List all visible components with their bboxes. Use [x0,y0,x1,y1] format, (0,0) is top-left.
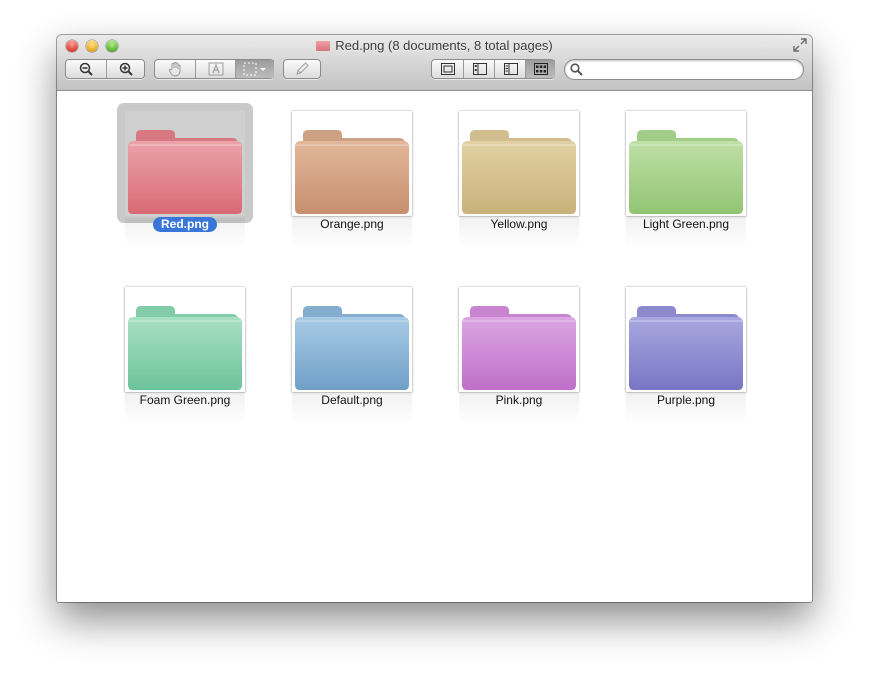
document-thumbnail[interactable]: Pink.png [449,279,589,439]
view-thumbnails[interactable] [463,60,495,78]
view-mode-controls [431,59,555,79]
view-table-of-contents[interactable] [494,60,526,78]
annotate-button[interactable] [283,59,321,79]
content-only-icon [440,63,455,75]
toc-sidebar-icon [503,63,518,75]
thumbnail-frame [459,111,579,216]
move-tool-button[interactable] [155,60,195,78]
view-contact-sheet[interactable] [525,60,555,78]
thumbnail-frame [626,287,746,392]
thumbnail-label: Yellow.png [490,217,548,231]
thumbnail-label: Foam Green.png [139,393,231,407]
thumbnail-label: Orange.png [320,217,384,231]
search-field[interactable] [564,59,804,80]
thumbnail-frame [626,111,746,216]
folder-icon [462,306,576,390]
pencil-icon [296,62,309,75]
folder-icon [128,306,242,390]
thumbnail-label-container: Default.png [282,393,422,408]
fullscreen-icon[interactable] [793,38,807,52]
thumbnail-label: Default.png [321,393,383,407]
zoom-in-button[interactable] [106,60,145,78]
search-icon [570,63,583,76]
document-thumbnail[interactable]: Foam Green.png [115,279,255,439]
thumbnail-label: Red.png [153,217,217,232]
document-thumbnail[interactable]: Light Green.png [616,103,756,263]
thumbnail-frame [292,287,412,392]
contact-sheet-icon [533,63,548,75]
zoom-out-icon [79,62,93,76]
contact-sheet: Red.png Orange.png Yellow.png Light Green.p… [57,91,812,602]
folder-icon [128,130,242,214]
folder-icon [295,306,409,390]
thumbnail-label: Light Green.png [642,217,730,231]
text-tool-button[interactable] [195,60,236,78]
thumbnail-label: Pink.png [495,393,543,407]
window-title-container: Red.png (8 documents, 8 total pages) [57,38,812,53]
thumbnail-label-container: Orange.png [282,217,422,232]
thumbnail-label-container: Red.png [115,217,255,232]
hand-icon [169,62,181,77]
thumbnail-label-container: Purple.png [616,393,756,408]
zoom-out-button[interactable] [66,60,106,78]
thumbnails-sidebar-icon [472,63,487,75]
thumbnail-frame [125,111,245,216]
zoom-controls [65,59,145,79]
thumbnail-label-container: Yellow.png [449,217,589,232]
folder-icon [295,130,409,214]
view-content-only[interactable] [432,60,463,78]
marquee-select-icon [243,62,266,76]
document-thumbnail[interactable]: Orange.png [282,103,422,263]
preview-window: Red.png (8 documents, 8 total pages) Red… [57,35,812,602]
thumbnail-label-container: Pink.png [449,393,589,408]
search-input[interactable] [585,62,799,79]
thumbnail-label-container: Light Green.png [616,217,756,232]
tool-controls [154,59,274,79]
document-proxy-icon[interactable] [316,41,331,51]
folder-icon [629,130,743,214]
document-thumbnail[interactable]: Purple.png [616,279,756,439]
thumbnail-label-container: Foam Green.png [115,393,255,408]
document-thumbnail[interactable]: Red.png [115,103,255,263]
rect-select-button[interactable] [235,60,274,78]
thumbnail-frame [292,111,412,216]
thumbnail-frame [125,287,245,392]
document-thumbnail[interactable]: Yellow.png [449,103,589,263]
window-title: Red.png (8 documents, 8 total pages) [335,38,553,53]
zoom-in-icon [119,62,133,76]
thumbnail-label: Purple.png [656,393,716,407]
text-select-icon [208,62,224,76]
document-thumbnail[interactable]: Default.png [282,279,422,439]
thumbnail-frame [459,287,579,392]
title-bar: Red.png (8 documents, 8 total pages) [57,35,812,91]
folder-icon [462,130,576,214]
folder-icon [629,306,743,390]
